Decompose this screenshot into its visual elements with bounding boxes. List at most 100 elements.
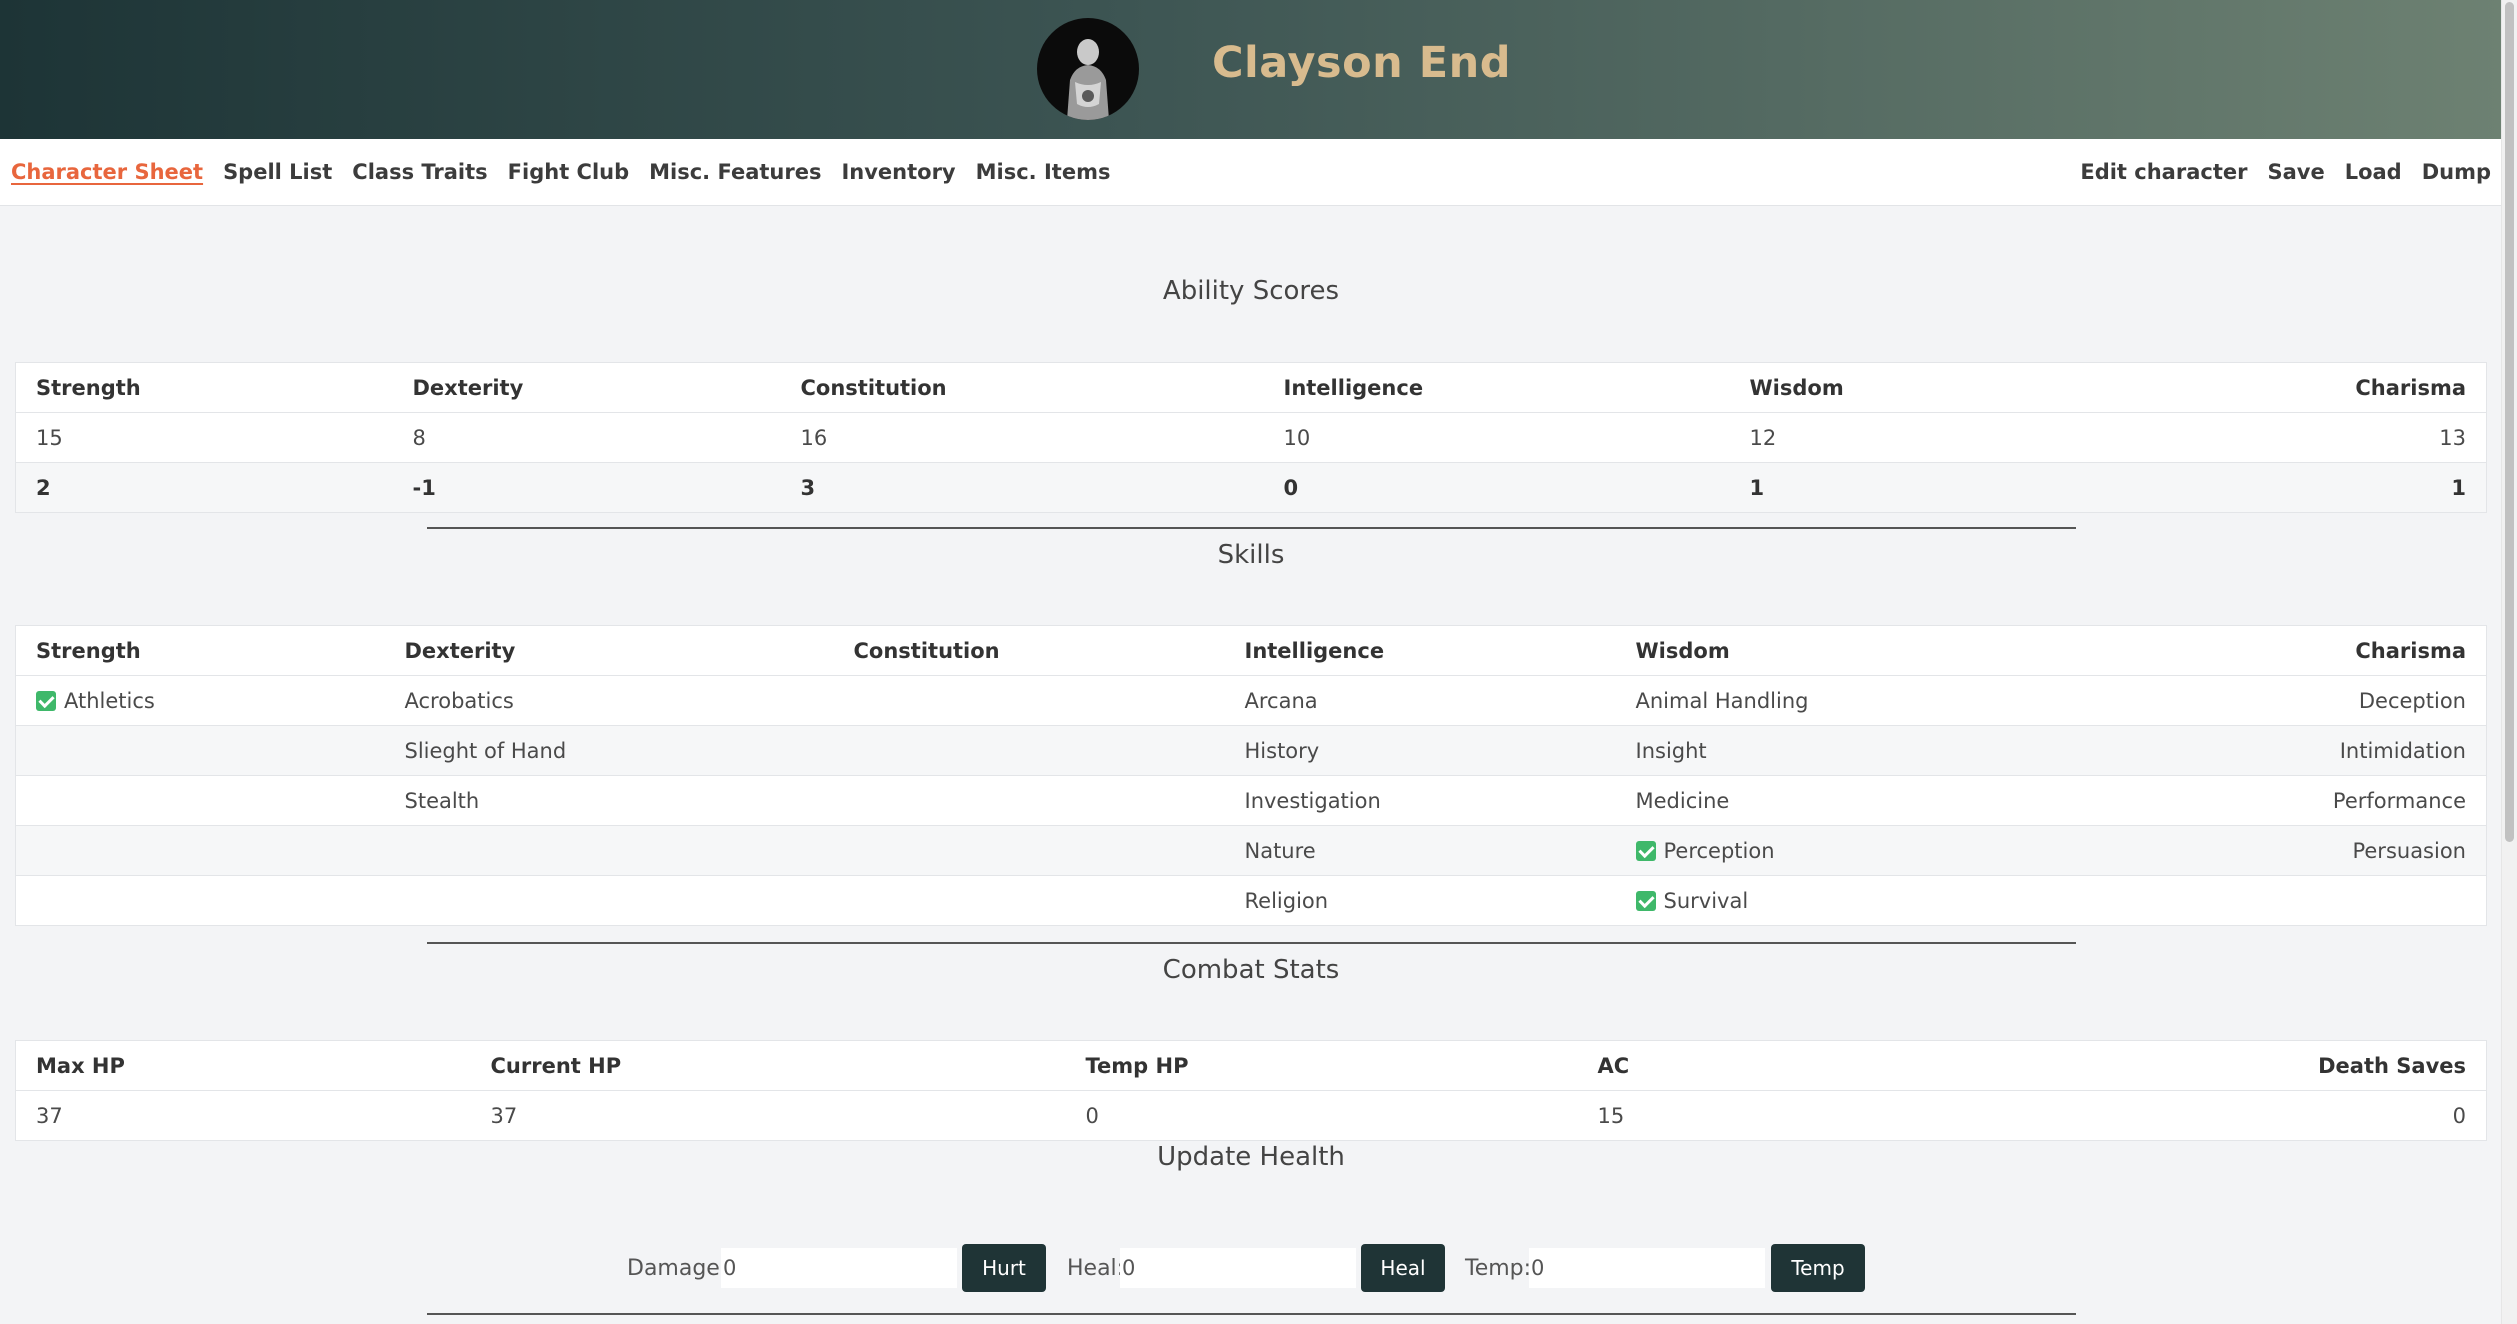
section-divider	[427, 1313, 2076, 1315]
skill-label: Nature	[1244, 838, 1316, 863]
skills-table: Strength Dexterity Constitution Intellig…	[15, 625, 2487, 926]
main-navbar: Character Sheet Spell List Class Traits …	[0, 139, 2502, 206]
skill-cell	[384, 825, 834, 876]
combat-header: Max HP	[15, 1040, 471, 1091]
skill-cell: Deception	[2065, 675, 2487, 726]
ability-score: 10	[1263, 412, 1730, 463]
nav-misc-features[interactable]: Misc. Features	[649, 160, 821, 184]
section-divider	[427, 942, 2076, 944]
temp-button[interactable]: Temp	[1771, 1244, 1865, 1292]
skill-cell	[833, 675, 1225, 726]
skills-header: Constitution	[833, 625, 1225, 676]
temp-input[interactable]	[1529, 1248, 1765, 1288]
skill-label: Deception	[2358, 688, 2466, 713]
skills-header: Intelligence	[1224, 625, 1616, 676]
skills-header: Dexterity	[384, 625, 834, 676]
character-name: Clayson End	[1212, 38, 1512, 88]
combat-header: Temp HP	[1065, 1040, 1578, 1091]
skills-header: Strength	[15, 625, 385, 676]
skill-label: Animal Handling	[1635, 688, 1809, 713]
nav-character-sheet[interactable]: Character Sheet	[11, 160, 203, 184]
skill-cell: Performance	[2065, 775, 2487, 826]
skill-label: Medicine	[1635, 788, 1730, 813]
skill-label: History	[1244, 738, 1320, 763]
skills-header: Wisdom	[1615, 625, 2066, 676]
ability-modifier-row: 2 -1 3 0 1 1	[15, 462, 2487, 513]
skill-cell: Persuasion	[2065, 825, 2487, 876]
nav-misc-items[interactable]: Misc. Items	[976, 160, 1111, 184]
skills-row: Nature Perception Persuasion	[15, 825, 2487, 876]
skill-cell	[15, 725, 385, 776]
skills-title: Skills	[1217, 540, 1285, 570]
update-health-form: Damage: Hurt Heal: Heal Temp: Temp	[0, 1244, 2502, 1292]
skill-cell: Survival	[1615, 875, 2066, 926]
skill-label: Athletics	[64, 688, 155, 713]
update-health-title: Update Health	[1157, 1142, 1345, 1172]
ability-header: Wisdom	[1729, 362, 2226, 413]
proficiency-check-icon[interactable]	[1635, 890, 1656, 911]
ability-score: 16	[780, 412, 1264, 463]
skill-label: Slieght of Hand	[404, 738, 567, 763]
skill-cell	[15, 775, 385, 826]
character-header: Clayson End	[0, 0, 2502, 139]
skill-cell: Nature	[1224, 825, 1616, 876]
skills-header-row: Strength Dexterity Constitution Intellig…	[15, 625, 2487, 676]
ability-score: 8	[392, 412, 781, 463]
skill-cell: History	[1224, 725, 1616, 776]
skill-cell: Medicine	[1615, 775, 2066, 826]
ability-header: Constitution	[780, 362, 1264, 413]
skill-label: Persuasion	[2352, 838, 2466, 863]
nav-save[interactable]: Save	[2267, 160, 2324, 184]
temp-label: Temp:	[1465, 1256, 1532, 1281]
skill-cell	[15, 825, 385, 876]
skills-header: Charisma	[2065, 625, 2487, 676]
nav-fight-club[interactable]: Fight Club	[508, 160, 629, 184]
scrollbar-thumb[interactable]	[2505, 2, 2514, 842]
ac-value: 15	[1577, 1090, 2038, 1141]
skill-cell: Insight	[1615, 725, 2066, 776]
skills-row: Athletics Acrobatics Arcana Animal Handling…	[15, 675, 2487, 726]
ability-header: Charisma	[2225, 362, 2487, 413]
skill-cell: Acrobatics	[384, 675, 834, 726]
nav-load[interactable]: Load	[2345, 160, 2402, 184]
proficiency-check-icon[interactable]	[1635, 840, 1656, 861]
skill-label: Stealth	[404, 788, 480, 813]
skill-cell: Stealth	[384, 775, 834, 826]
temp-hp-value: 0	[1065, 1090, 1578, 1141]
skill-cell: Athletics	[15, 675, 385, 726]
nav-edit-character[interactable]: Edit character	[2080, 160, 2247, 184]
ability-modifier: 2	[15, 462, 393, 513]
skill-label: Survival	[1663, 888, 1749, 913]
nav-class-traits[interactable]: Class Traits	[352, 160, 487, 184]
character-avatar	[1037, 18, 1139, 120]
ability-score-row: 15 8 16 10 12 13	[15, 412, 2487, 463]
skill-cell: Animal Handling	[1615, 675, 2066, 726]
heal-input[interactable]	[1120, 1248, 1356, 1288]
ability-score: 13	[2225, 412, 2487, 463]
ability-modifier: 1	[1729, 462, 2226, 513]
skill-label: Perception	[1663, 838, 1775, 863]
skill-label: Insight	[1635, 738, 1707, 763]
damage-input[interactable]	[721, 1248, 957, 1288]
skill-cell: Investigation	[1224, 775, 1616, 826]
heal-button[interactable]: Heal	[1361, 1244, 1445, 1292]
hurt-button[interactable]: Hurt	[962, 1244, 1046, 1292]
combat-header: Current HP	[470, 1040, 1066, 1091]
page-scrollbar[interactable]	[2501, 0, 2517, 1324]
skill-label: Investigation	[1244, 788, 1381, 813]
ability-modifier: 3	[780, 462, 1264, 513]
ability-score: 12	[1729, 412, 2226, 463]
max-hp-value: 37	[15, 1090, 471, 1141]
skills-row: Slieght of Hand History Insight Intimidatio…	[15, 725, 2487, 776]
skill-cell	[833, 775, 1225, 826]
skill-label: Intimidation	[2339, 738, 2466, 763]
nav-inventory[interactable]: Inventory	[841, 160, 955, 184]
proficiency-check-icon[interactable]	[36, 690, 56, 711]
combat-stats-table: Max HP Current HP Temp HP AC Death Saves…	[15, 1040, 2487, 1141]
skill-cell: Perception	[1615, 825, 2066, 876]
ability-score: 15	[15, 412, 393, 463]
nav-dump[interactable]: Dump	[2422, 160, 2491, 184]
skill-cell: Arcana	[1224, 675, 1616, 726]
combat-header: Death Saves	[2037, 1040, 2487, 1091]
nav-spell-list[interactable]: Spell List	[223, 160, 332, 184]
